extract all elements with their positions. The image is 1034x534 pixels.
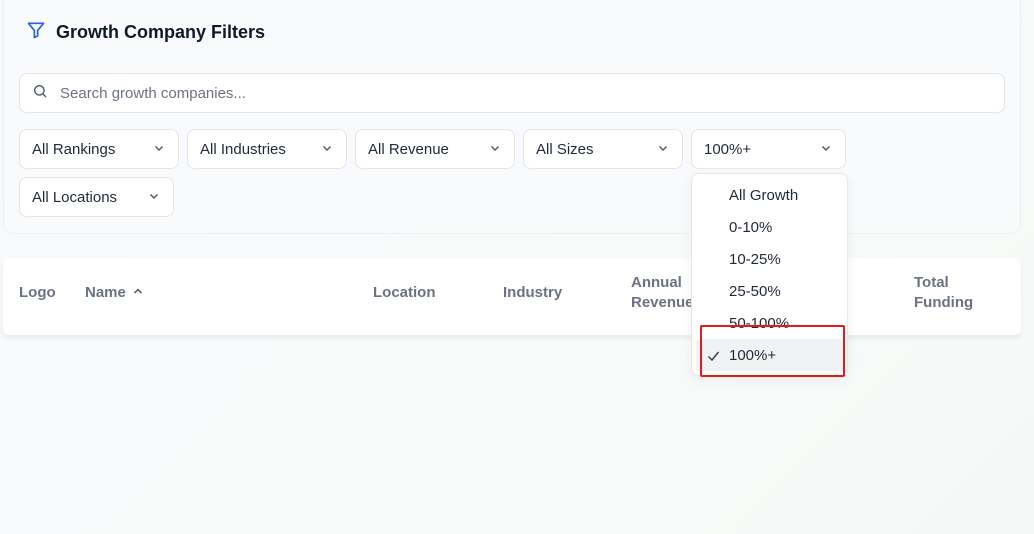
chevron-down-icon <box>148 189 160 206</box>
growth-option-100-plus-label: 100%+ <box>729 346 777 364</box>
growth-dropdown-menu: All Growth 0-10% 10-25% 25-50% 50-100% 1… <box>691 173 848 376</box>
growth-option-0-10[interactable]: 0-10% <box>696 211 844 243</box>
check-icon <box>707 349 720 362</box>
total-funding-line-1: Total <box>914 274 949 291</box>
column-header-location[interactable]: Location <box>373 283 436 303</box>
search-box[interactable] <box>19 73 1005 113</box>
revenue-select-value: All Revenue <box>368 140 449 158</box>
growth-option-10-25[interactable]: 10-25% <box>696 243 844 275</box>
growth-option-50-100[interactable]: 50-100% <box>696 307 844 339</box>
search-input[interactable] <box>60 84 960 102</box>
locations-select-value: All Locations <box>32 188 118 206</box>
column-header-annual-revenue[interactable]: Annual Revenue <box>631 273 694 313</box>
column-header-total-funding[interactable]: Total Funding <box>914 273 973 313</box>
sort-ascending-icon <box>132 283 144 303</box>
chevron-down-icon <box>820 141 832 158</box>
rankings-select[interactable]: All Rankings <box>19 129 179 169</box>
companies-table: Logo Name Location Industry Annual Reven… <box>3 258 1021 336</box>
chevron-down-icon <box>153 141 165 158</box>
column-header-name[interactable]: Name <box>85 283 144 303</box>
sizes-select[interactable]: All Sizes <box>523 129 683 169</box>
chevron-down-icon <box>657 141 669 158</box>
rankings-select-value: All Rankings <box>32 140 116 158</box>
total-funding-line-2: Funding <box>914 294 974 311</box>
column-header-industry[interactable]: Industry <box>503 283 562 303</box>
filters-header: Growth Company Filters <box>26 20 265 45</box>
locations-select[interactable]: All Locations <box>19 177 174 217</box>
industries-select[interactable]: All Industries <box>187 129 347 169</box>
chevron-down-icon <box>489 141 501 158</box>
column-header-logo: Logo <box>19 284 56 301</box>
filters-title: Growth Company Filters <box>56 22 266 42</box>
growth-option-all[interactable]: All Growth <box>696 179 844 211</box>
growth-select[interactable]: 100%+ <box>691 129 846 169</box>
industries-select-value: All Industries <box>200 140 286 158</box>
growth-option-25-50[interactable]: 25-50% <box>696 275 844 307</box>
sizes-select-value: All Sizes <box>536 140 594 158</box>
filter-icon <box>26 20 46 45</box>
growth-option-100-plus[interactable]: 100%+ <box>696 339 844 371</box>
chevron-down-icon <box>321 141 333 158</box>
growth-select-value: 100%+ <box>704 140 752 158</box>
revenue-select[interactable]: All Revenue <box>355 129 515 169</box>
annual-revenue-line-2: Revenue <box>631 294 694 311</box>
annual-revenue-line-1: Annual <box>631 274 682 291</box>
search-icon <box>32 83 48 104</box>
column-header-name-label: Name <box>85 284 126 301</box>
